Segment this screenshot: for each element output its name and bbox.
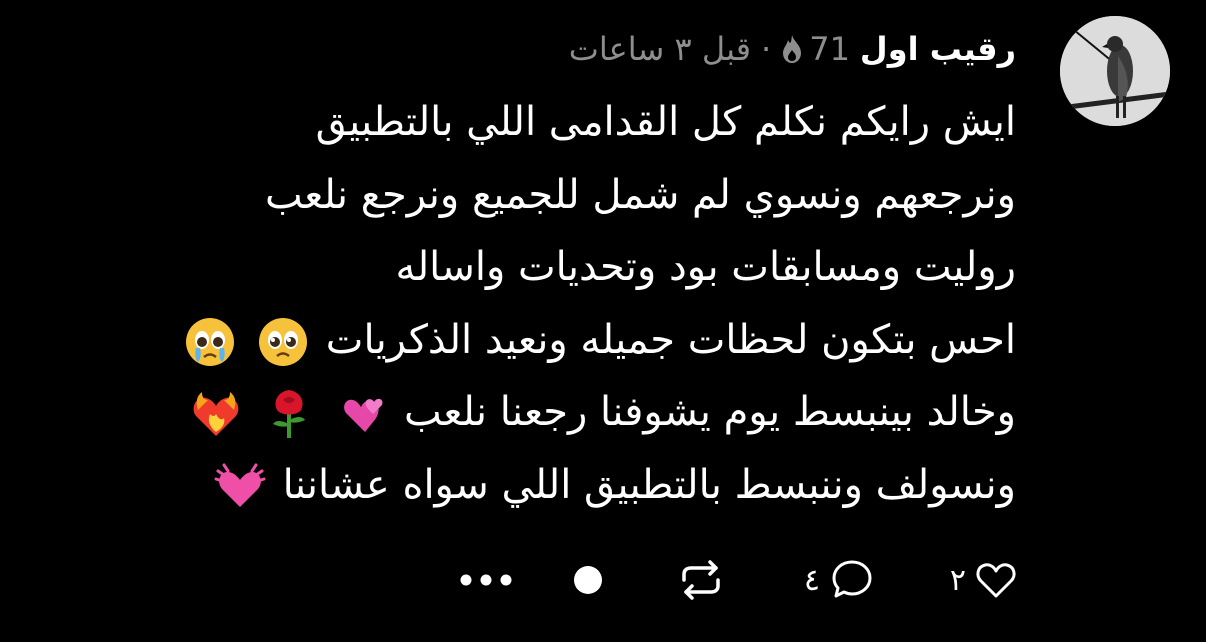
more-action[interactable] (456, 545, 516, 615)
action-bar: ٢ ٤ (0, 545, 1206, 615)
separator-dot: · (761, 30, 772, 68)
rank-label: 71 (809, 30, 850, 68)
hawk-avatar-image (1060, 16, 1170, 126)
fire-icon (781, 34, 803, 64)
rose-icon (263, 388, 315, 440)
heart-on-fire-icon (190, 388, 242, 440)
repost-action[interactable] (676, 545, 726, 615)
post-line-6: ونسولف وننبسط بالتطبيق اللي سواه عشاننا (46, 449, 1016, 522)
revolving-hearts-icon (335, 388, 387, 440)
repost-icon[interactable] (676, 558, 726, 602)
rank-badge: 71 (781, 30, 850, 68)
record-icon[interactable] (566, 558, 610, 602)
crying-pleading-face-icon (184, 316, 236, 368)
timestamp: قبل ٣ ساعات (568, 30, 752, 68)
post-line-text: احس بتكون لحظات جميله ونعيد الذكريات (325, 316, 1016, 363)
like-action[interactable]: ٢ (950, 545, 1018, 615)
post-line: ايش رايكم نكلم كل القدامى اللي بالتطبيق (315, 99, 1016, 145)
post-line-text: وخالد بينبسط يوم يشوفنا رجعنا نلعب (404, 389, 1016, 435)
post-line-text: ونسولف وننبسط بالتطبيق اللي سواه عشاننا (282, 461, 1016, 508)
post-body: ايش رايكم نكلم كل القدامى اللي بالتطبيق … (46, 86, 1016, 521)
pleading-face-icon (257, 316, 309, 368)
heart-icon[interactable] (974, 558, 1018, 602)
username[interactable]: رقيب اول (860, 30, 1016, 68)
growing-heart-icon (214, 461, 266, 513)
comment-icon[interactable] (828, 556, 876, 604)
reply-count: ٤ (803, 562, 820, 598)
post: رقيب اول 71 · قبل ٣ ساعات ايش رايكم نكلم… (0, 0, 1206, 642)
more-icon[interactable] (456, 570, 516, 590)
avatar[interactable] (1060, 16, 1170, 126)
record-action[interactable] (566, 545, 610, 615)
post-header: رقيب اول 71 · قبل ٣ ساعات (569, 24, 1016, 74)
post-line: ونرجعهم ونسوي لم شمل للجميع ونرجع نلعب (265, 171, 1016, 218)
post-line-5: وخالد بينبسط يوم يشوفنا رجعنا نلعب (46, 376, 1016, 449)
post-line-4: احس بتكون لحظات جميله ونعيد الذكريات (46, 304, 1016, 377)
reply-action[interactable]: ٤ (804, 545, 876, 615)
post-line: روليت ومسابقات بود وتحديات واساله (395, 244, 1016, 290)
like-count: ٢ (949, 562, 966, 598)
